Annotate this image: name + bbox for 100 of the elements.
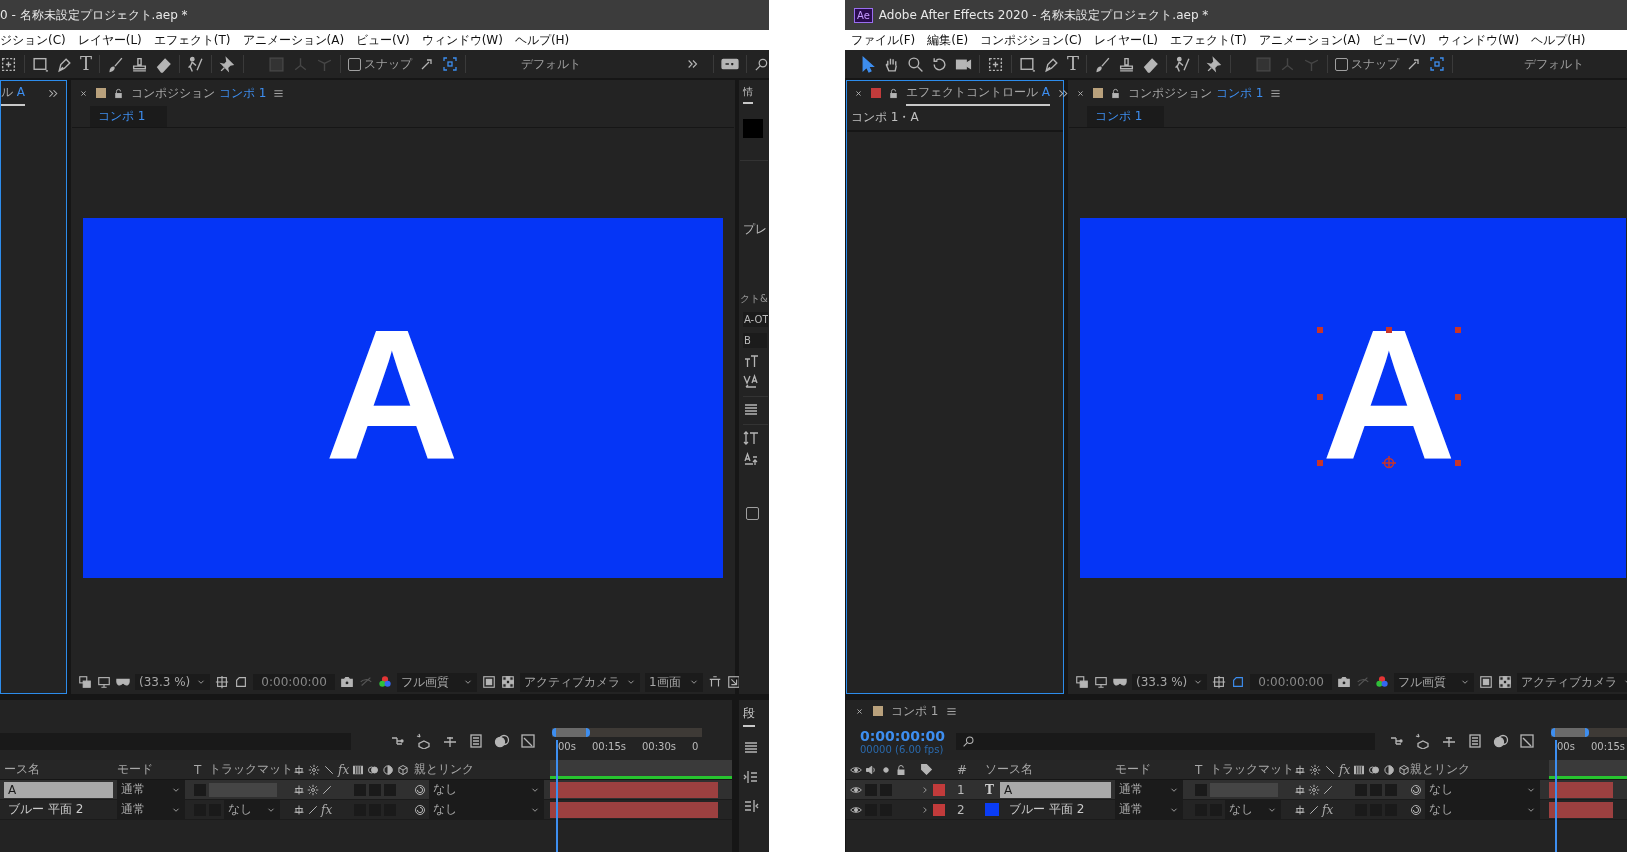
layer-name[interactable]: A	[999, 781, 1111, 798]
indent-right-icon[interactable]	[743, 798, 759, 814]
magnifier-icon[interactable]	[907, 55, 924, 73]
shy-switch-icon[interactable]	[293, 803, 305, 816]
quality-switch-icon[interactable]	[1308, 803, 1320, 816]
parent-dropdown[interactable]: なし	[1425, 800, 1540, 819]
panel-tab[interactable]: 段	[743, 702, 755, 727]
menu-item[interactable]: ヘルプ(H)	[514, 31, 570, 49]
quality-dropdown[interactable]: フル画質	[1393, 672, 1474, 692]
fast-preview-icon[interactable]	[1478, 675, 1493, 689]
panel-tab[interactable]: ル A	[1, 80, 26, 106]
monitor-icon[interactable]	[97, 675, 111, 689]
shy-switch-icon[interactable]	[1294, 803, 1306, 816]
zoom-dropdown[interactable]: (33.3 %)	[135, 674, 211, 690]
dashed-square-icon[interactable]	[987, 55, 1004, 73]
time-field[interactable]: 0:00:00:00	[1250, 674, 1332, 690]
menu-icon[interactable]	[946, 705, 958, 717]
effects-switch[interactable]: fx	[1322, 802, 1334, 817]
collapse-switch-icon[interactable]	[308, 763, 320, 776]
mode-dropdown[interactable]: 通常	[1115, 800, 1183, 819]
search-field[interactable]	[956, 732, 1375, 750]
fast-preview-icon[interactable]	[481, 675, 496, 689]
parent-dropdown[interactable]: なし	[429, 800, 544, 819]
graph-editor-icon[interactable]	[520, 733, 536, 749]
column-header[interactable]: #	[957, 762, 968, 777]
grid-icon[interactable]	[215, 675, 230, 689]
column-header[interactable]: 親とリンク	[414, 761, 474, 778]
type-tool[interactable]: T	[1067, 55, 1079, 73]
graph-editor-icon[interactable]	[1519, 733, 1535, 749]
color-channels-icon[interactable]	[377, 675, 392, 689]
menu-item[interactable]: ファイル(F)	[851, 31, 916, 49]
menu-item[interactable]: レイヤー(L)	[77, 31, 142, 49]
adjustment-icon[interactable]	[382, 763, 395, 776]
rotate-icon[interactable]	[931, 55, 948, 73]
mode-dropdown[interactable]: 通常	[117, 780, 185, 799]
menu-item[interactable]: ウィンドウ(W)	[421, 31, 503, 49]
composition-tab[interactable]: コンポ 1	[90, 105, 168, 127]
column-header[interactable]: トラックマット	[209, 761, 293, 778]
menu-item[interactable]: エフェクト(T)	[153, 31, 231, 49]
menu-item[interactable]: ウィンドウ(W)	[1437, 31, 1520, 49]
timecode[interactable]: 0:00:00:00	[860, 727, 956, 744]
camera-dropdown[interactable]: アクティブカメラ	[519, 672, 640, 692]
menu-item[interactable]: ジション(C)	[0, 31, 66, 49]
quality-switch-icon[interactable]	[307, 803, 319, 816]
lock-icon[interactable]	[888, 87, 899, 99]
views-dropdown[interactable]: 1画面	[644, 672, 703, 692]
indent-left-icon[interactable]	[743, 769, 759, 785]
frame-blend-icon[interactable]	[352, 763, 365, 776]
snap-mode-icon[interactable]	[1406, 56, 1422, 72]
panel-tab[interactable]: コンポジション コンポ 1	[1128, 81, 1264, 105]
mode-dropdown[interactable]: 通常	[1115, 780, 1183, 799]
stamp-icon[interactable]	[1118, 55, 1135, 73]
collapse-switch-icon[interactable]	[1308, 783, 1320, 796]
layer-duration-bar[interactable]	[1549, 801, 1613, 818]
parent-dropdown[interactable]: なし	[429, 780, 544, 799]
frame-blend-icon[interactable]	[1353, 763, 1366, 776]
grid-icon[interactable]	[1212, 675, 1227, 689]
menu-item[interactable]: ビュー(V)	[356, 31, 410, 49]
layer-row[interactable]: ブルー 平面 2 通常 なし fx なし	[0, 800, 732, 820]
type-tool[interactable]: T	[80, 55, 92, 73]
monitor-icon[interactable]	[1094, 675, 1108, 689]
composition-tab[interactable]: コンポ 1	[1087, 105, 1165, 127]
layer-row[interactable]: 2 ブルー 平面 2 通常 なし fx なし	[846, 800, 1627, 820]
quality-switch-icon[interactable]	[323, 763, 335, 776]
column-header[interactable]: T	[1195, 762, 1203, 777]
panel-tab[interactable]: コンポジション コンポ 1	[131, 81, 267, 105]
motion-blur-icon[interactable]	[1493, 733, 1509, 749]
shy-switch-icon[interactable]	[293, 783, 305, 796]
column-header[interactable]: トラックマット	[1210, 761, 1294, 778]
adjustment-icon[interactable]	[1383, 763, 1396, 776]
snapshot-icon[interactable]	[339, 675, 354, 689]
layer-name[interactable]: A	[4, 781, 113, 798]
mode-dropdown[interactable]: 通常	[117, 800, 185, 819]
quality-dropdown[interactable]: フル画質	[396, 672, 477, 692]
label-tag-icon[interactable]	[920, 763, 933, 776]
snap-mode-icon[interactable]	[419, 56, 435, 72]
pin-icon[interactable]	[1206, 55, 1223, 73]
pin-icon[interactable]	[219, 55, 236, 73]
region-icon[interactable]	[234, 675, 249, 689]
motion-blur-icon[interactable]	[367, 763, 380, 776]
3d-layer-icon[interactable]	[397, 763, 410, 776]
column-header[interactable]: モード	[117, 761, 153, 778]
motion-blur-icon[interactable]	[494, 733, 510, 749]
layers-icon[interactable]	[1075, 675, 1089, 689]
collapse-switch-icon[interactable]	[1309, 763, 1321, 776]
rectangle-icon[interactable]	[1019, 55, 1036, 73]
view-layout-icon[interactable]	[707, 675, 722, 689]
quality-switch-icon[interactable]	[1324, 763, 1336, 776]
layer-duration-bar[interactable]	[1549, 781, 1613, 798]
column-header[interactable]: T	[194, 762, 202, 777]
track-matte-dropdown[interactable]: なし	[224, 800, 280, 819]
composition-text[interactable]: A	[1321, 302, 1457, 488]
column-header[interactable]: 親とリンク	[1410, 761, 1470, 778]
3d-layer-icon[interactable]	[1398, 763, 1411, 776]
zoom-dropdown[interactable]: (33.3 %)	[1132, 674, 1208, 690]
menu-item[interactable]: アニメーション(A)	[242, 31, 345, 49]
track-matte-dropdown[interactable]: なし	[1225, 800, 1281, 819]
menu-item[interactable]: コンポジション(C)	[980, 31, 1082, 49]
transparency-grid-icon[interactable]	[500, 675, 515, 689]
shy-switch-icon[interactable]	[1294, 763, 1306, 776]
